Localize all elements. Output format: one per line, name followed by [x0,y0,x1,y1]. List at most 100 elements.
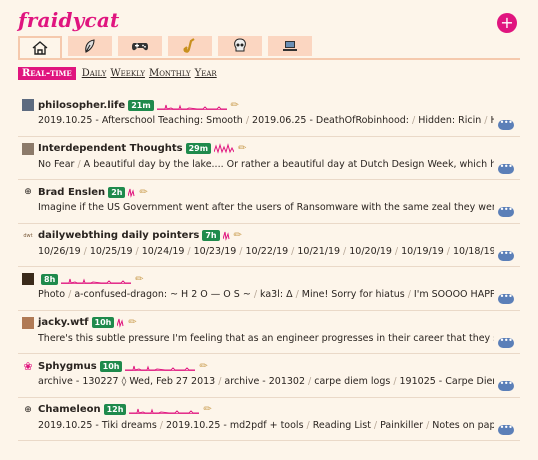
follow-header: 8h ✏ [22,271,144,287]
follow-header: ⊕ Chameleon 12h ✏ [22,402,212,418]
post-link[interactable]: Mine! Sorry for hiatus [302,289,405,300]
post-link[interactable]: Hidden: Root [490,115,494,126]
follow-name[interactable]: philosopher.life [38,100,125,111]
post-link[interactable]: A beautiful day by the lake.... Or rathe… [84,159,494,170]
post-separator: / [77,158,81,170]
edit-pencil-icon[interactable]: ✏ [238,143,246,154]
avatar-favicon-icon [22,316,34,329]
filter-weekly[interactable]: Weekly [110,68,145,79]
post-link[interactable]: 2019.10.25 - Tiki dreams [38,420,157,431]
post-link[interactable]: 2019.10.25 - md2pdf + tools [166,420,304,431]
follow-name[interactable]: jacky.wtf [38,317,89,328]
follow-name[interactable]: Brad Enslen [38,187,105,198]
follow-name[interactable]: dailywebthing daily pointers [38,230,199,241]
edit-pencil-icon[interactable]: ✏ [135,274,143,285]
post-link[interactable]: 191025 - Carpe Diem: Achy Break [400,376,494,387]
post-link[interactable]: carpe diem logs [314,376,390,387]
tab-spooky[interactable] [218,36,262,56]
laptop-icon [283,41,297,51]
edit-pencil-icon[interactable]: ✏ [234,230,242,241]
post-link[interactable]: 10/20/19 [349,246,392,257]
tab-music[interactable] [168,36,212,56]
post-link[interactable]: 10/24/19 [142,246,185,257]
post-separator: / [68,289,72,300]
post-separator: / [306,419,310,431]
edit-pencil-icon[interactable]: ✏ [139,187,147,198]
activity-sparkline [156,103,227,110]
post-link[interactable]: Hidden: Ricin [418,115,481,126]
post-link[interactable]: 10/23/19 [194,246,237,257]
post-separator: / [446,245,450,257]
follow-name[interactable]: Interdependent Thoughts [38,143,183,154]
post-link[interactable]: Notes on paper sizes [432,420,494,431]
post-separator: / [343,245,347,257]
add-follow-button[interactable]: + [497,13,517,33]
filter-monthly[interactable]: Monthly [149,68,191,79]
activity-sparkline [222,231,230,241]
more-posts-button[interactable]: ••• [498,119,514,130]
more-posts-button[interactable]: ••• [498,162,514,174]
follow-name[interactable]: Chameleon [38,404,101,415]
tab-tech[interactable] [268,36,312,56]
tab-writing[interactable] [68,36,112,56]
dragon-favicon-icon [22,273,34,285]
post-link[interactable]: Painkiller [380,420,423,431]
post-link[interactable]: 10/25/19 [90,246,133,257]
edit-pencil-icon[interactable]: ✏ [203,404,211,415]
globe-favicon-icon: ⊕ [24,404,32,415]
activity-sparkline [214,143,235,154]
portrait-favicon-icon [22,142,34,155]
edit-pencil-icon[interactable]: ✏ [199,361,207,372]
activity-sparkline [129,408,200,414]
more-posts-button[interactable]: ••• [498,293,514,304]
more-posts-button[interactable]: ••• [498,423,514,435]
more-posts-button[interactable]: ••• [498,380,514,391]
post-link[interactable]: There's this subtle pressure I'm feeling… [38,333,494,344]
skull-icon [234,38,246,52]
age-badge: 21m [128,99,154,111]
post-link[interactable]: 2019.10.25 - Afterschool Teaching: Smoot… [38,115,243,126]
post-link[interactable]: a-confused-dragon: ~ H 2 O — O S ~ [74,289,251,300]
post-list: There's this subtle pressure I'm feeling… [38,333,494,344]
follow-item: ⊕ Chameleon 12h ✏ 2019.10.25 - Tiki dreams/2… [18,398,520,441]
filter-realtime[interactable]: Real-time [18,66,76,80]
filter-daily[interactable]: Daily [82,68,107,79]
post-link[interactable]: archive - 201302 [224,376,305,387]
post-link[interactable]: Imagine if the US Government went after … [38,202,494,213]
more-posts-button[interactable]: ••• [498,336,514,348]
post-separator: / [295,289,299,300]
age-badge: 12h [103,404,127,415]
tab-games[interactable] [118,36,162,56]
post-separator: / [407,289,411,300]
follow-name[interactable]: Sphygmus [38,361,97,372]
post-separator: / [412,115,416,126]
edit-pencil-icon[interactable]: ✏ [128,317,136,328]
post-link[interactable]: archive - 130227 ◊ Wed, Feb 27 2013 [38,376,215,387]
post-link[interactable]: 10/19/19 [401,246,444,257]
flower-favicon-icon: ❀ [23,359,33,373]
gamepad-icon [132,43,148,51]
post-link[interactable]: Reading List [313,420,371,431]
post-separator: / [245,115,250,126]
post-list: 2019.10.25 - Tiki dreams/2019.10.25 - md… [38,420,494,431]
post-separator: / [159,419,163,431]
tab-home[interactable] [18,36,62,58]
post-link[interactable]: 10/21/19 [297,246,340,257]
globe-favicon-icon: ⊕ [24,187,32,197]
post-link[interactable]: 2019.06.25 - DeathOfRobinhood: [252,115,409,126]
edit-pencil-icon[interactable]: ✏ [231,100,239,111]
post-link[interactable]: 10/18/19 [453,246,494,257]
post-link[interactable]: No Fear [38,159,74,170]
post-link[interactable]: 10/26/19 [38,246,81,257]
more-posts-button[interactable]: ••• [498,206,514,217]
post-link[interactable]: ka3l: Δ [260,289,293,300]
filter-year[interactable]: Year [195,68,217,79]
post-separator: / [484,115,488,126]
more-posts-button[interactable]: ••• [498,249,514,261]
post-link[interactable]: Photo [38,289,65,300]
app-logo[interactable]: fraidycat [18,8,119,32]
follow-item: 8h ✏ Photo / a-confused-dragon: ~ H 2 O — O … [18,267,520,311]
post-link[interactable]: 10/22/19 [246,246,289,257]
follow-item: Interdependent Thoughts 29m ✏ No Fear / A bea… [18,137,520,180]
post-link[interactable]: I'm SOOOO HAPPY to see [414,289,494,300]
